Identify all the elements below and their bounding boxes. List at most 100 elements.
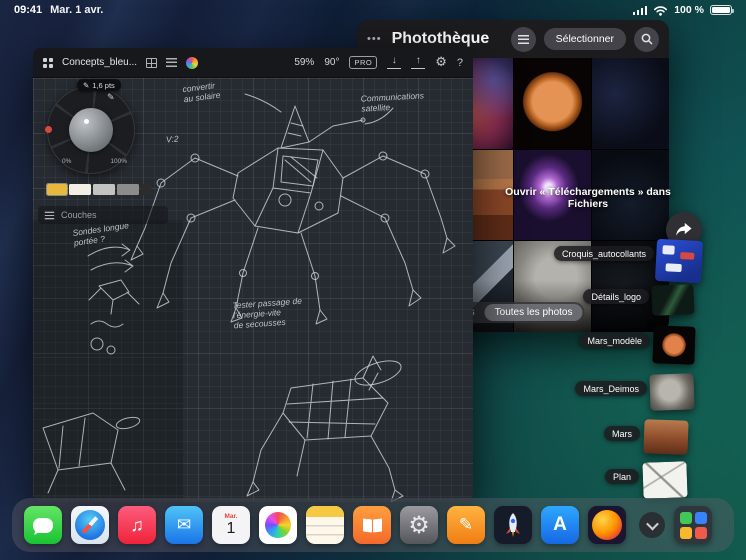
dock-icon-music[interactable]: ♫ (118, 506, 156, 544)
pencil-icon: ✎ (83, 80, 90, 90)
layers-header[interactable]: Couches (38, 206, 168, 224)
window-menu-dots[interactable]: ••• (367, 33, 382, 45)
canvas-note-version: V:2 (165, 133, 180, 145)
forward-arrow-icon (676, 222, 692, 236)
zoom-level[interactable]: 59% (294, 57, 314, 68)
swatch-selected-yellow[interactable] (46, 183, 68, 196)
dock-icon-mail[interactable]: ✉ (165, 506, 203, 544)
swatch-dark[interactable] (141, 184, 151, 195)
drag-item-thumbnail-stickers[interactable] (654, 238, 704, 284)
dock-icon-books[interactable] (353, 506, 391, 544)
document-title[interactable]: Concepts_bleu... (62, 57, 137, 68)
notes-lines (306, 517, 344, 544)
pen-tool-icon[interactable]: ✎ (107, 92, 115, 103)
music-note-icon: ♫ (130, 514, 144, 535)
status-right: 100 % (632, 4, 734, 16)
dock-icon-photos[interactable] (259, 506, 297, 544)
clock: 09:41 (14, 4, 43, 16)
dock-collapse-button[interactable] (639, 512, 665, 538)
stroke-size-badge[interactable]: ✎ 1,6 pts (77, 79, 121, 91)
chevron-down-icon (645, 517, 659, 530)
dock-icon-pencil-app[interactable]: ✎ (447, 506, 485, 544)
drag-item-label[interactable]: Mars_modèle (579, 333, 650, 348)
photo-thumbnail[interactable] (513, 58, 591, 149)
dock-icon-browser[interactable] (588, 506, 626, 544)
cellular-signal-icon (632, 5, 648, 15)
drag-item-label[interactable]: Plan (604, 469, 639, 484)
drag-item-label[interactable]: Détails_logo (583, 289, 649, 304)
gear-icon: ⚙ (408, 511, 430, 539)
speech-bubble-icon (33, 517, 53, 533)
layers-panel (33, 220, 183, 502)
wifi-icon (654, 5, 668, 16)
settings-gear-icon[interactable]: ⚙ (435, 55, 447, 70)
dock-icon-app-store[interactable]: A (541, 506, 579, 544)
pencil-icon: ✎ (458, 515, 474, 534)
drag-item-thumbnail-mars[interactable] (643, 419, 689, 455)
select-button[interactable]: Sélectionner (543, 28, 626, 50)
layers-title: Couches (61, 210, 97, 220)
ipad-screen: 09:41 Mar. 1 avr. 100 % ••• Photothèque … (0, 0, 746, 560)
canvas-note-energy: Tester passage de l'énergie-vite de seco… (232, 295, 303, 331)
app-store-a-icon: A (553, 514, 567, 535)
drag-drop-hint: Ouvrir « Téléchargements » dans Fichiers (505, 186, 671, 210)
dock-icon-messages[interactable] (24, 506, 62, 544)
dock-icon-notes[interactable] (306, 506, 344, 544)
canvas-note-comms: Communications satellite (360, 90, 425, 114)
dock-icon-settings[interactable]: ⚙ (400, 506, 438, 544)
drag-item-thumbnail-deimos[interactable] (649, 373, 695, 411)
layers-icon (44, 211, 55, 219)
stroke-size-value: 1,6 pts (92, 80, 115, 90)
import-icon[interactable]: ↓ (387, 56, 402, 69)
browser-globe-icon (592, 510, 622, 540)
concepts-toolbar: Concepts_bleu... 59% 90° PRO ↓ ↑ ⚙ ? (33, 48, 473, 78)
battery-icon (710, 4, 734, 16)
list-icon (517, 34, 529, 44)
tool-wheel-ring[interactable]: ✎ 0% 100% (45, 86, 135, 174)
help-button[interactable]: ? (457, 57, 463, 69)
drag-item-thumbnail-logo[interactable] (651, 284, 695, 316)
rocket-icon (506, 513, 520, 537)
concepts-window: Concepts_bleu... 59% 90° PRO ↓ ↑ ⚙ ? con… (33, 48, 473, 502)
dock-icon-app-library[interactable] (674, 506, 712, 544)
pro-badge[interactable]: PRO (349, 56, 378, 69)
photo-thumbnail[interactable] (591, 58, 669, 149)
tab-all-photos[interactable]: Toutes les photos (484, 304, 583, 321)
toolbar-right: 59% 90° PRO ↓ ↑ ⚙ ? (294, 55, 463, 70)
dock-icon-rocket-app[interactable] (494, 506, 532, 544)
drag-item-thumbnail-plan[interactable] (642, 461, 688, 499)
opacity-min-label: 0% (62, 158, 72, 165)
view-options-button[interactable] (510, 26, 536, 52)
grid-settings-icon[interactable] (146, 57, 158, 68)
rotation-value[interactable]: 90° (324, 57, 339, 68)
status-date: Mar. 1 avr. (50, 4, 104, 16)
swatch-light-gray[interactable] (93, 184, 115, 195)
battery-percent: 100 % (674, 4, 704, 16)
open-book-icon (362, 517, 382, 533)
flower-icon (265, 512, 291, 538)
dock-icon-safari[interactable] (71, 506, 109, 544)
compass-icon (75, 510, 105, 540)
search-button[interactable] (634, 26, 659, 52)
drag-item-thumbnail-mars-model[interactable] (652, 325, 696, 365)
envelope-icon: ✉ (176, 515, 192, 534)
tool-list-icon[interactable] (166, 58, 178, 67)
tool-wheel[interactable]: ✎ 0% 100% ✎ 1,6 pts (45, 79, 135, 174)
drag-item-label[interactable]: Mars_Deimos (575, 381, 647, 396)
swatch-white[interactable] (69, 184, 91, 195)
dock: ♫ ✉ Mar. 1 ⚙ ✎ A (12, 498, 734, 552)
opacity-max-label: 100% (110, 158, 127, 165)
color-swatches (46, 183, 151, 196)
canvas-note-solar: convertir au solaire (181, 80, 221, 105)
tool-wheel-indicator (45, 126, 52, 133)
swatch-gray[interactable] (117, 184, 139, 195)
calendar-day: 1 (226, 519, 236, 537)
drag-item-label[interactable]: Croquis_autocollants (553, 246, 654, 261)
tool-wheel-center[interactable] (69, 108, 113, 152)
gallery-icon[interactable] (43, 57, 53, 68)
export-icon[interactable]: ↑ (411, 56, 426, 69)
drag-item-label[interactable]: Mars (604, 426, 640, 441)
status-bar: 09:41 Mar. 1 avr. 100 % (0, 0, 746, 20)
color-wheel-icon[interactable] (186, 56, 199, 69)
dock-icon-calendar[interactable]: Mar. 1 (212, 506, 250, 544)
